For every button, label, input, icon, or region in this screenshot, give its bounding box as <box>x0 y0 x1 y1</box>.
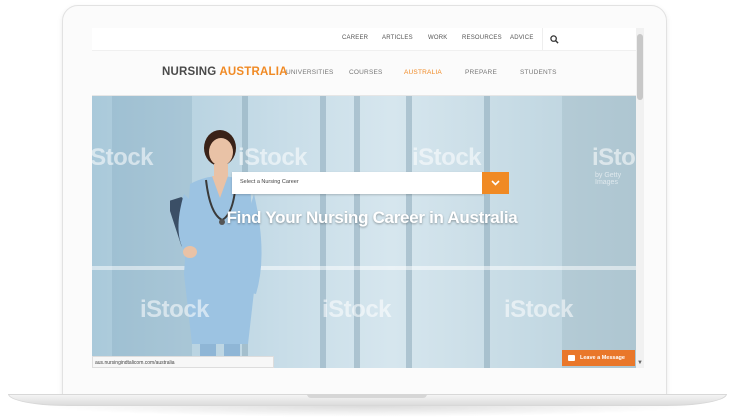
search-icon <box>549 34 559 44</box>
scroll-down-arrow[interactable]: ▼ <box>637 360 643 366</box>
top-utility-bar: CAREER ARTICLES WORK RESOURCES ADVICE <box>92 28 636 51</box>
site-logo[interactable]: NURSING AUSTRALIA <box>162 66 288 78</box>
scrollbar-thumb[interactable] <box>637 34 643 100</box>
top-link-work[interactable]: WORK <box>428 35 447 41</box>
watermark: iStock <box>412 144 482 171</box>
nav-australia[interactable]: AUSTRALIA <box>404 69 442 76</box>
leave-message-label: Leave a Message <box>580 355 625 361</box>
laptop-base-notch <box>307 394 427 398</box>
chat-icon <box>568 355 575 361</box>
status-bar-url: aus.nursingindtalicom.com/australia <box>92 356 274 368</box>
career-select-value: Select a Nursing Career <box>240 179 299 185</box>
search-button[interactable] <box>542 28 565 50</box>
watermark: iStock <box>92 144 154 171</box>
top-link-articles[interactable]: ARTICLES <box>382 35 413 41</box>
watermark: iStock <box>238 144 308 171</box>
hero-banner: iStock iStock iStock iStock by Getty Ima… <box>92 96 636 368</box>
watermark-subtext: by Getty Images <box>595 172 622 186</box>
career-select-toggle[interactable] <box>482 172 509 194</box>
career-select[interactable]: Select a Nursing Career <box>232 172 484 194</box>
browser-viewport: CAREER ARTICLES WORK RESOURCES ADVICE NU… <box>92 28 636 368</box>
logo-text-nursing: NURSING <box>162 66 217 78</box>
top-link-advice[interactable]: ADVICE <box>510 35 534 41</box>
watermark: iStock <box>504 296 574 323</box>
leave-message-button[interactable]: Leave a Message <box>562 350 635 366</box>
logo-text-australia: AUSTRALIA <box>219 66 288 78</box>
window-mullion <box>484 96 490 368</box>
window-mullion <box>406 96 412 368</box>
watermark: iStock <box>592 144 636 171</box>
window-mullion <box>320 96 326 368</box>
watermark: iStock <box>140 296 210 323</box>
scrollbar[interactable]: ▼ <box>636 28 644 368</box>
nav-prepare[interactable]: PREPARE <box>465 69 497 76</box>
nav-students[interactable]: STUDENTS <box>520 69 557 76</box>
watermark: iStock <box>322 296 392 323</box>
nav-courses[interactable]: COURSES <box>349 69 383 76</box>
main-navigation: NURSING AUSTRALIA UNIVERSITIES COURSES A… <box>92 51 636 96</box>
hero-title: Find Your Nursing Career in Australia <box>226 208 518 227</box>
window-mullion <box>354 96 360 368</box>
top-link-career[interactable]: CAREER <box>342 35 368 41</box>
chevron-down-icon <box>491 180 500 186</box>
nav-universities[interactable]: UNIVERSITIES <box>286 69 334 76</box>
top-link-resources[interactable]: RESOURCES <box>462 35 502 41</box>
window-pane <box>562 96 636 368</box>
